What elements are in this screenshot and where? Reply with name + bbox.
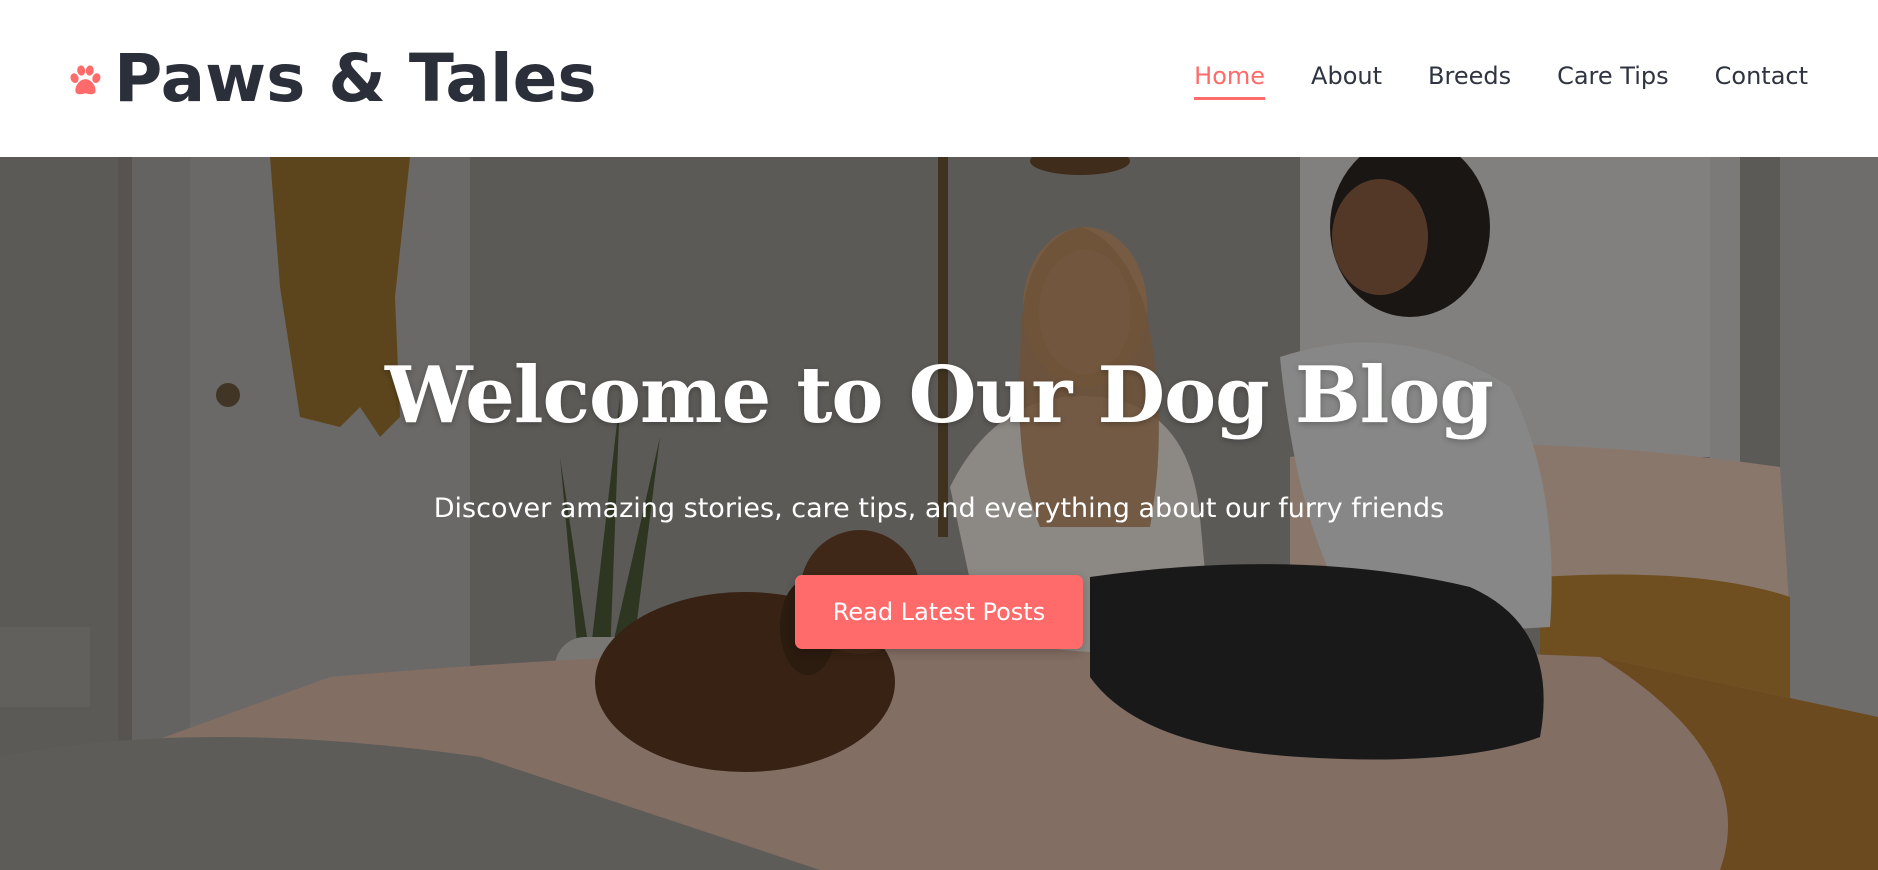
site-header: Paws & Tales Home About Breeds Care Tips…: [0, 0, 1878, 157]
nav-item-home[interactable]: Home: [1194, 62, 1265, 100]
nav-item-contact[interactable]: Contact: [1715, 62, 1808, 96]
hero-title: Welcome to Our Dog Blog: [385, 350, 1494, 441]
hero-content: Welcome to Our Dog Blog Discover amazing…: [0, 157, 1878, 870]
nav-item-about[interactable]: About: [1311, 62, 1382, 96]
nav-item-breeds[interactable]: Breeds: [1428, 62, 1511, 96]
brand-logo[interactable]: Paws & Tales: [66, 39, 597, 117]
hero-subtitle: Discover amazing stories, care tips, and…: [433, 493, 1445, 524]
hero-section: Welcome to Our Dog Blog Discover amazing…: [0, 157, 1878, 870]
paw-icon: [70, 64, 101, 94]
main-nav: Home About Breeds Care Tips Contact: [1194, 62, 1808, 100]
nav-item-care-tips[interactable]: Care Tips: [1557, 62, 1669, 96]
brand-title: Paws & Tales: [114, 39, 597, 117]
read-latest-posts-button[interactable]: Read Latest Posts: [795, 575, 1083, 650]
